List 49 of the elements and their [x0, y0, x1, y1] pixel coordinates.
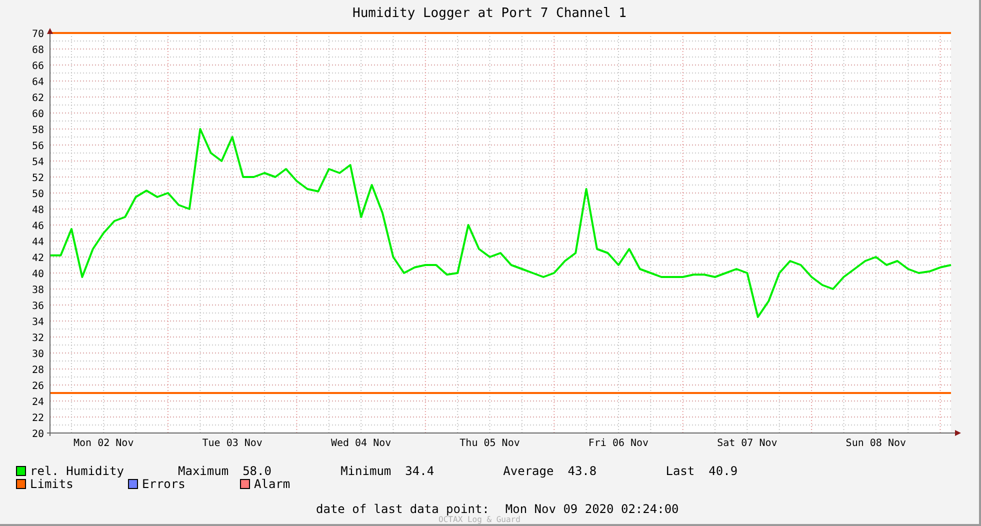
stat-label: Last	[666, 464, 695, 478]
y-axis-label: 70	[32, 29, 44, 40]
stat-label: Minimum	[340, 464, 392, 478]
y-axis-label: 36	[32, 301, 44, 312]
x-axis-label: Mon 02 Nov	[74, 438, 134, 449]
stat-label: Average	[503, 464, 554, 478]
x-axis-label: Thu 05 Nov	[460, 438, 520, 449]
x-axis-label: Sun 08 Nov	[846, 438, 906, 449]
y-axis-label: 30	[32, 349, 44, 360]
x-axis-label: Fri 06 Nov	[588, 438, 649, 449]
stat-value: 34.4	[405, 464, 436, 478]
y-axis-label: 64	[32, 77, 44, 88]
y-axis-label: 32	[32, 333, 44, 344]
legend-label: Limits	[30, 476, 74, 490]
stat-value: 40.9	[708, 464, 739, 478]
y-axis-label: 46	[32, 221, 44, 232]
legend-label: Alarm	[254, 476, 292, 490]
x-axis-label: Wed 04 Nov	[330, 438, 392, 449]
last-data-value: Mon Nov 09 2020 02:24:00	[505, 502, 679, 516]
y-axis-label: 52	[32, 173, 44, 184]
y-axis-label: 48	[32, 205, 44, 216]
y-axis-label: 42	[32, 253, 44, 264]
y-axis-label: 58	[32, 125, 44, 136]
chart-title: Humidity Logger at Port 7 Channel 1	[352, 5, 628, 23]
y-axis-label: 56	[32, 141, 44, 152]
y-axis-label: 24	[32, 397, 44, 408]
y-axis-label: 38	[32, 285, 44, 296]
y-axis-label: 20	[32, 429, 44, 440]
y-axis-label: 66	[32, 61, 44, 72]
y-axis-label: 60	[32, 109, 44, 120]
stat-value: 58.0	[242, 464, 272, 478]
y-axis-label: 68	[32, 45, 44, 56]
x-axis-label: Sat 07 Nov	[717, 438, 778, 449]
y-axis-label: 22	[32, 413, 44, 424]
y-axis-label: 62	[32, 93, 44, 104]
y-axis-label: 50	[32, 189, 44, 200]
x-axis-label: Tue 03 Nov	[202, 438, 262, 449]
legend-label: Errors	[142, 476, 186, 490]
y-axis-label: 44	[32, 237, 44, 248]
y-axis-label: 54	[32, 157, 44, 168]
y-axis-label: 34	[32, 317, 44, 328]
last-data-label: date of last data point:	[316, 502, 490, 516]
footer-text: OCTAX Log & Guard	[438, 515, 522, 524]
y-axis-label: 26	[32, 381, 44, 392]
stat-value: 43.8	[568, 464, 598, 478]
y-axis-label: 40	[32, 269, 44, 280]
legend-label: rel. Humidity	[30, 464, 125, 478]
y-axis-label: 28	[32, 365, 44, 376]
stat-label: Maximum	[178, 464, 229, 478]
